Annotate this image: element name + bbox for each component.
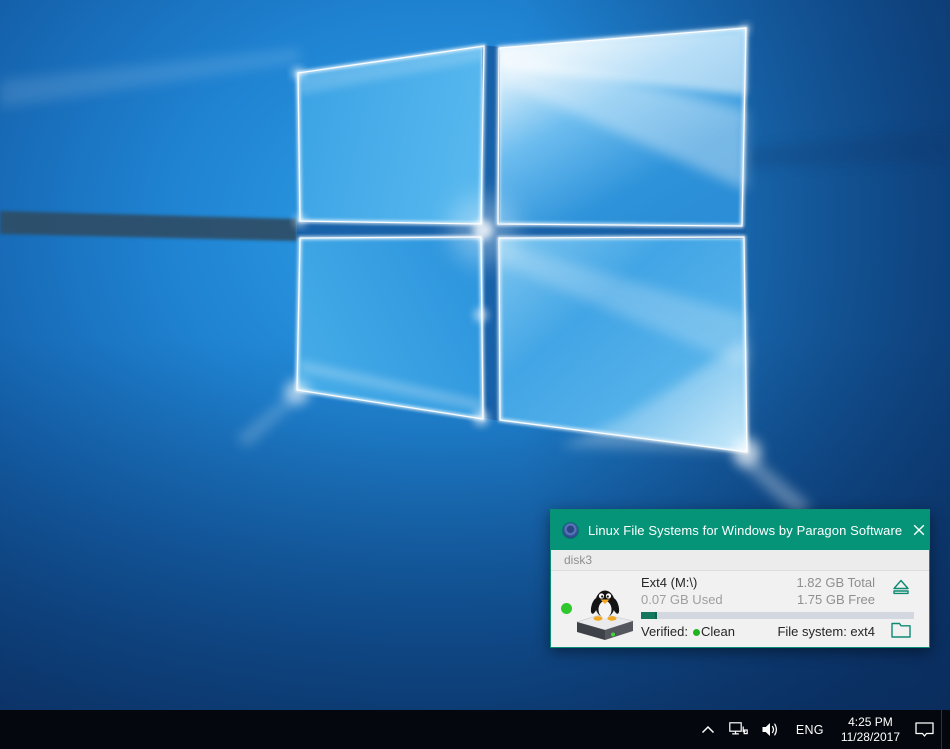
drive-usage-fill [641,612,657,619]
drive-status-dot [561,603,572,614]
clock-time: 4:25 PM [848,715,893,730]
network-icon[interactable] [722,710,755,749]
close-icon[interactable] [912,522,926,538]
drive-row: Ext4 (M:\) 0.07 GB Used 1.82 GB Total 1.… [551,572,929,647]
drive-free: 1.75 GB Free [797,592,875,607]
drive-used: 0.07 GB Used [641,592,723,607]
system-tray: ENG 4:25 PM 11/28/2017 [694,710,950,749]
paragon-notification-window: Linux File Systems for Windows by Parago… [550,509,930,648]
verified-status: Verified: Clean [641,624,735,639]
drive-usage-bar [641,612,914,619]
clean-status-dot [693,629,700,636]
drive-name: Ext4 (M:\) [641,575,697,590]
taskbar: ENG 4:25 PM 11/28/2017 [0,710,950,749]
verified-label: Verified: [641,624,688,639]
chevron-up-icon[interactable] [694,710,722,749]
drive-total: 1.82 GB Total [796,575,875,590]
folder-icon[interactable] [890,619,912,641]
notification-titlebar: Linux File Systems for Windows by Parago… [551,510,929,550]
action-center-icon[interactable] [908,710,941,749]
notification-body: disk3 [551,550,929,647]
clock[interactable]: 4:25 PM 11/28/2017 [833,710,908,749]
hard-drive-tux-icon [573,578,637,642]
show-desktop-button[interactable] [941,710,950,749]
volume-icon[interactable] [755,710,787,749]
language-indicator[interactable]: ENG [787,710,833,749]
eject-icon[interactable] [890,577,912,599]
filesystem-label: File system: ext4 [777,624,875,639]
desktop: Linux File Systems for Windows by Parago… [0,0,950,749]
paragon-logo-icon [563,523,578,538]
clock-date: 11/28/2017 [841,730,900,745]
notification-title: Linux File Systems for Windows by Parago… [588,523,902,538]
clean-label: Clean [701,624,735,639]
disk-group-label: disk3 [551,550,929,571]
